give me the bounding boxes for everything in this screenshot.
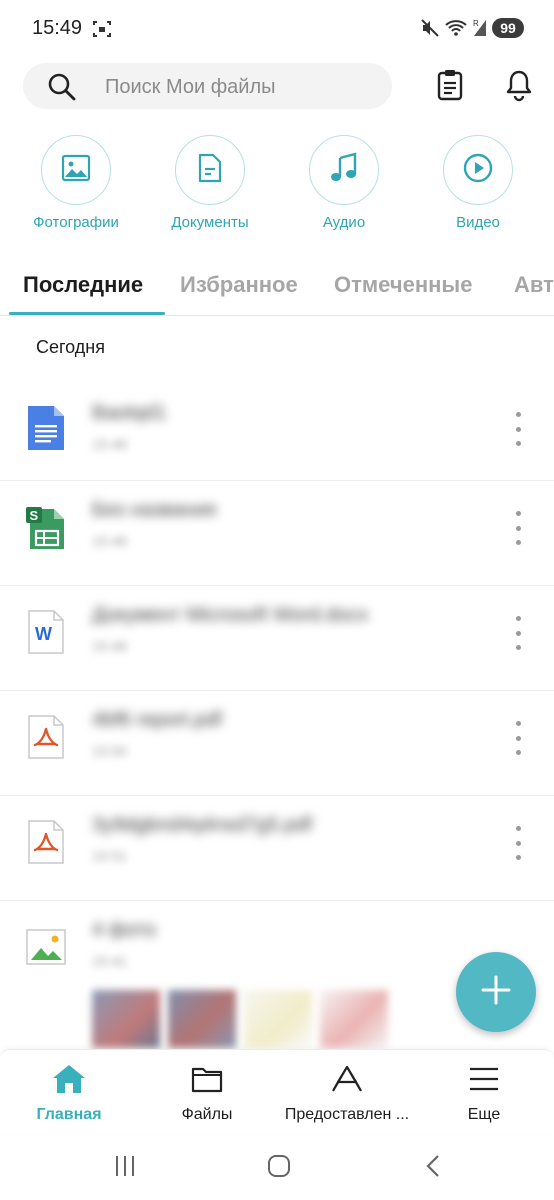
thumbnail[interactable]	[92, 990, 160, 1048]
category-label: Аудио	[322, 214, 366, 231]
more-options-button[interactable]	[508, 511, 528, 545]
back-icon[interactable]	[424, 1154, 444, 1183]
bell-icon[interactable]	[505, 68, 533, 107]
nav-label: Еще	[467, 1106, 501, 1123]
section-title: Сегодня	[36, 337, 105, 357]
battery-indicator: 99	[492, 18, 524, 38]
search-input[interactable]: Поиск Мои файлы	[23, 63, 392, 109]
file-name: 4bf6 report.pdf	[92, 709, 223, 731]
category-label: Видео	[456, 214, 500, 231]
tab-indicator	[9, 312, 165, 315]
thumbnail[interactable]	[168, 990, 236, 1048]
thumbnail[interactable]	[320, 990, 388, 1048]
menu-icon	[468, 1066, 500, 1097]
category-label: Фотографии	[33, 214, 119, 231]
status-bar: 15:49 R 99	[0, 0, 554, 58]
more-options-button[interactable]	[508, 616, 528, 650]
file-time: 15:50	[92, 743, 128, 759]
file-time: 15:51	[92, 848, 128, 864]
plus-icon	[481, 975, 511, 1010]
file-name: Baotqd1	[92, 402, 167, 424]
google-docs-icon	[24, 406, 68, 450]
recent-apps-icon[interactable]	[113, 1154, 137, 1183]
file-time: 15:41	[92, 953, 128, 969]
nav-shared-drives[interactable]: Предоставлен ...	[276, 1064, 418, 1124]
nav-files[interactable]: Файлы	[137, 1064, 277, 1124]
google-sheets-icon: S	[24, 505, 68, 549]
image-file-icon	[24, 925, 68, 969]
home-button-icon[interactable]	[267, 1154, 291, 1183]
nav-label: Главная	[36, 1106, 102, 1123]
svg-text:W: W	[35, 624, 52, 644]
category-photos[interactable]: Фотографии	[21, 135, 131, 231]
file-name: 3y9dgbnd4q4nsd7g5.pdf	[92, 814, 313, 836]
signal-icon: R	[472, 18, 488, 43]
nav-label: Предоставлен ...	[284, 1106, 410, 1123]
category-label: Документы	[171, 214, 249, 231]
word-icon: W	[24, 610, 68, 654]
bottom-nav: Главная Файлы Предоставлен ... Еще	[0, 1049, 554, 1134]
add-button[interactable]	[456, 952, 536, 1032]
tab-favorites[interactable]: Избранное	[180, 272, 298, 298]
more-options-button[interactable]	[508, 412, 528, 446]
home-icon	[51, 1063, 87, 1100]
pdf-icon	[24, 820, 68, 864]
folder-icon	[191, 1065, 223, 1098]
svg-text:S: S	[30, 508, 39, 523]
search-icon	[47, 72, 77, 107]
file-name: 4 фото	[92, 919, 156, 941]
thumbnail[interactable]	[244, 990, 312, 1048]
mute-icon	[420, 18, 440, 43]
nav-home[interactable]: Главная	[0, 1064, 139, 1124]
svg-text:R: R	[473, 19, 479, 28]
file-row[interactable]: 4bf6 report.pdf 15:50	[0, 691, 554, 796]
pdf-icon	[24, 715, 68, 759]
image-icon	[61, 154, 91, 187]
more-options-button[interactable]	[508, 826, 528, 860]
nav-label: Файлы	[181, 1106, 233, 1123]
file-time: 15:48	[92, 638, 128, 654]
image-thumbnails	[92, 990, 392, 1050]
file-row[interactable]: 3y9dgbnd4q4nsd7g5.pdf 15:51	[0, 796, 554, 901]
music-icon	[329, 151, 359, 189]
file-name: Документ Microsoft Word.docx	[92, 604, 369, 626]
tab-recent[interactable]: Последние	[23, 272, 143, 298]
screenshot-icon	[92, 19, 112, 44]
clipboard-icon[interactable]	[436, 68, 464, 107]
status-time: 15:49	[32, 17, 83, 39]
tab-marked[interactable]: Отмеченные	[334, 272, 472, 298]
file-name: Без названия	[92, 499, 217, 521]
nav-more[interactable]: Еще	[414, 1064, 554, 1124]
shared-drive-icon	[330, 1064, 364, 1099]
search-placeholder: Поиск Мои файлы	[105, 76, 276, 98]
system-nav-bar	[0, 1134, 554, 1200]
category-documents[interactable]: Документы	[155, 135, 265, 231]
file-row[interactable]: S Без названия 15:48	[0, 481, 554, 586]
tab-offline[interactable]: Авт	[514, 272, 554, 298]
category-audio[interactable]: Аудио	[289, 135, 399, 231]
tab-bar: Последние Избранное Отмеченные Авт	[0, 262, 554, 316]
more-options-button[interactable]	[508, 721, 528, 755]
play-icon	[462, 152, 494, 189]
file-time: 15:48	[92, 436, 128, 452]
category-video[interactable]: Видео	[423, 135, 533, 231]
file-row[interactable]: Baotqd1 15:48	[0, 376, 554, 481]
document-icon	[197, 153, 223, 188]
wifi-icon	[444, 18, 470, 43]
file-row[interactable]: W Документ Microsoft Word.docx 15:48	[0, 586, 554, 691]
file-time: 15:48	[92, 533, 128, 549]
